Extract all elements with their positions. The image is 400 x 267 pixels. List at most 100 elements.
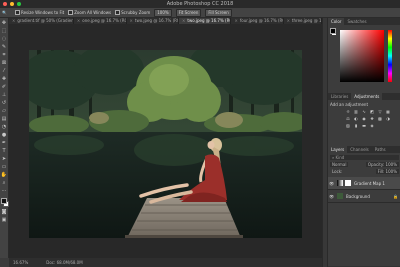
status-bar: 16.67% Doc: 68.0M/68.0M xyxy=(9,258,322,267)
marquee-tool-icon[interactable]: ⬚ xyxy=(1,28,8,35)
panel-foreground-swatch[interactable] xyxy=(330,28,336,34)
invert-icon[interactable]: ◑ xyxy=(385,116,391,121)
fill-screen-button[interactable]: Fill Screen xyxy=(205,8,232,17)
doc-size: Doc: 68.0M/68.0M xyxy=(46,260,83,265)
resize-windows-checkbox[interactable] xyxy=(14,10,20,16)
zoom-100-button[interactable]: 100% xyxy=(154,8,172,17)
screen-mode-icon[interactable]: ▣ xyxy=(1,217,8,224)
eye-icon[interactable]: 👁 xyxy=(328,194,335,199)
adjustment-icons: ☼ ▥ ∿ ◩ ▽ ▦ ⚖ ◐ ◉ ❖ ▩ ◑ ▨ ▮ ▬ ◈ xyxy=(345,109,397,128)
hand-tool-icon[interactable]: ✋ xyxy=(1,172,8,179)
zoom-level[interactable]: 16.67% xyxy=(13,258,28,267)
close-tab-icon[interactable]: × xyxy=(130,18,133,23)
blend-mode-row: Normal Opacity: 100% xyxy=(330,162,399,167)
color-spectrum-field[interactable] xyxy=(340,30,384,82)
tab-adjustments[interactable]: Adjustments xyxy=(351,93,383,100)
quick-select-tool-icon[interactable]: ✎ xyxy=(1,44,8,51)
fit-screen-button[interactable]: Fit Screen xyxy=(175,8,202,17)
fill-field[interactable]: Fill: 100% xyxy=(375,169,399,174)
layer-mask-thumbnail xyxy=(345,180,351,186)
eraser-tool-icon[interactable]: ▱ xyxy=(1,108,8,115)
tab-label: two.jpeg @ 16.7% (RGB/8#) * xyxy=(134,18,178,23)
blur-tool-icon[interactable]: ◔ xyxy=(1,124,8,131)
panel-color-swatches[interactable] xyxy=(330,28,337,36)
layer-row-background[interactable]: 👁 Background 🔒 xyxy=(328,190,400,203)
tab-swatches[interactable]: Swatches xyxy=(344,18,369,25)
path-select-tool-icon[interactable]: ➤ xyxy=(1,156,8,163)
photo-forest-lake-woman-on-dock xyxy=(29,50,302,238)
color-lookup-icon[interactable]: ▩ xyxy=(377,116,383,121)
selective-color-icon[interactable]: ◈ xyxy=(369,123,375,128)
exposure-icon[interactable]: ◩ xyxy=(369,109,375,114)
channel-mixer-icon[interactable]: ❖ xyxy=(369,116,375,121)
scrubby-zoom-option[interactable]: Scrubby Zoom xyxy=(115,10,150,16)
canvas-area[interactable] xyxy=(9,24,322,258)
scrubby-zoom-checkbox[interactable] xyxy=(115,10,121,16)
zoom-all-checkbox[interactable] xyxy=(68,10,74,16)
close-tab-icon[interactable]: × xyxy=(234,18,237,23)
tab-layers[interactable]: Layers xyxy=(328,146,348,153)
frame-tool-icon[interactable]: ⊠ xyxy=(1,60,8,67)
clone-stamp-tool-icon[interactable]: ⊥ xyxy=(1,92,8,99)
more-tools-icon[interactable]: ⋯ xyxy=(1,188,8,195)
close-tab-icon[interactable]: × xyxy=(77,18,80,23)
layer-row-gradient-map[interactable]: 👁 Gradient Map 1 xyxy=(328,177,400,190)
options-bar: 🔍 Resize Windows to Fit Zoom All Windows… xyxy=(0,8,400,18)
color-balance-icon[interactable]: ⚖ xyxy=(345,116,351,121)
brightness-icon[interactable]: ☼ xyxy=(345,109,351,114)
adjustment-layer-thumbnail xyxy=(337,180,343,186)
photo-filter-icon[interactable]: ◉ xyxy=(361,116,367,121)
lasso-tool-icon[interactable]: ◌ xyxy=(1,36,8,43)
pen-tool-icon[interactable]: ✒ xyxy=(1,140,8,147)
tab-paths[interactable]: Paths xyxy=(372,146,389,153)
tab-label: one.jpeg @ 16.7% (RGB/8#) * xyxy=(82,18,125,23)
eye-icon[interactable]: 👁 xyxy=(328,181,335,186)
document-image[interactable] xyxy=(29,50,302,238)
healing-brush-tool-icon[interactable]: ✚ xyxy=(1,76,8,83)
close-tab-icon[interactable]: × xyxy=(12,18,15,23)
layers-panel: ⌕ Kind Normal Opacity: 100% Lock: Fill: … xyxy=(328,153,400,267)
zoom-all-windows-option[interactable]: Zoom All Windows xyxy=(68,10,111,16)
quick-mask-icon[interactable]: ◙ xyxy=(1,209,8,216)
tab-channels[interactable]: Channels xyxy=(347,146,372,153)
close-tab-icon[interactable]: × xyxy=(287,18,290,23)
adjust-panel-tabs: Libraries Adjustments xyxy=(328,93,400,100)
color-swatches[interactable] xyxy=(0,198,9,207)
right-panels: Color Swatches Libraries Adjustments Add… xyxy=(327,18,400,267)
vibrance-icon[interactable]: ▽ xyxy=(377,109,383,114)
tab-label: four.jpeg @ 16.7% (RGB/8#... xyxy=(239,18,283,23)
zoom-tool-icon[interactable]: ⌕ xyxy=(1,180,8,187)
zoom-tool-icon[interactable]: 🔍 xyxy=(2,10,7,15)
levels-icon[interactable]: ▥ xyxy=(353,109,359,114)
close-tab-icon[interactable]: × xyxy=(182,18,185,23)
brush-tool-icon[interactable]: ✐ xyxy=(1,84,8,91)
gradient-map-icon[interactable]: ▬ xyxy=(361,123,367,128)
lock-label: Lock: xyxy=(332,169,343,174)
black-white-icon[interactable]: ◐ xyxy=(353,116,359,121)
gradient-tool-icon[interactable]: ▤ xyxy=(1,116,8,123)
blend-mode-dropdown[interactable]: Normal xyxy=(330,162,349,167)
threshold-icon[interactable]: ▮ xyxy=(353,123,359,128)
posterize-icon[interactable]: ▨ xyxy=(345,123,351,128)
layer-filter-dropdown[interactable]: ⌕ Kind xyxy=(330,155,399,160)
curves-icon[interactable]: ∿ xyxy=(361,109,367,114)
eyedropper-tool-icon[interactable]: ⁄ xyxy=(1,68,8,75)
hue-slider[interactable] xyxy=(388,30,392,82)
tab-color[interactable]: Color xyxy=(328,18,345,25)
opacity-field[interactable]: Opacity: 100% xyxy=(365,162,399,167)
crop-tool-icon[interactable]: ⌗ xyxy=(1,52,8,59)
adjustments-panel: Add an adjustment ☼ ▥ ∿ ◩ ▽ ▦ ⚖ ◐ ◉ ❖ ▩ … xyxy=(328,100,400,146)
type-tool-icon[interactable]: T xyxy=(1,148,8,155)
foreground-color-swatch[interactable] xyxy=(0,198,7,204)
resize-windows-option[interactable]: Resize Windows to Fit xyxy=(14,10,64,16)
tab-libraries[interactable]: Libraries xyxy=(328,93,351,100)
dodge-tool-icon[interactable]: ● xyxy=(1,132,8,139)
tab-label: gradient.tif @ 50% (Gradient Map 1, ... xyxy=(17,18,74,23)
layer-name[interactable]: Gradient Map 1 xyxy=(354,181,385,186)
rectangle-tool-icon[interactable]: ▭ xyxy=(1,164,8,171)
history-brush-tool-icon[interactable]: ↺ xyxy=(1,100,8,107)
hue-saturation-icon[interactable]: ▦ xyxy=(385,109,391,114)
title-bar: Adobe Photoshop CC 2018 xyxy=(0,0,400,8)
layer-name[interactable]: Background xyxy=(346,194,370,199)
move-tool-icon[interactable]: ✥ xyxy=(1,20,8,27)
